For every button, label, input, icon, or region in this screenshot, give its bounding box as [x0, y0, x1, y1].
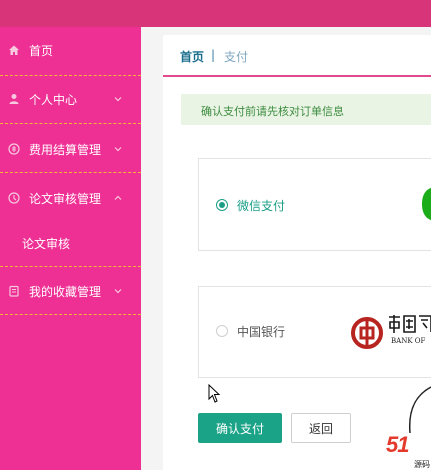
watermark-swoosh — [408, 386, 431, 434]
sidebar-item-profile[interactable]: 个人中心 — [0, 90, 141, 108]
mouse-cursor-icon — [208, 384, 221, 403]
sidebar-subitem-paper-review[interactable]: 论文审核 — [22, 235, 70, 252]
watermark-subtext: 源码 — [414, 460, 430, 469]
chevron-down-icon — [114, 97, 122, 102]
sidebar-item-home[interactable]: 首页 — [0, 41, 141, 59]
bank-of-china-logo-icon — [351, 317, 383, 349]
settlement-icon — [8, 143, 20, 155]
payment-panel: 确认支付前请先核对订单信息 微信支付 中国银行 BANK OF 确认支付 返回 — [163, 77, 431, 470]
top-header-bar — [0, 0, 431, 27]
confirm-pay-button[interactable]: 确认支付 — [198, 413, 282, 443]
wechat-pay-label: 微信支付 — [237, 199, 286, 213]
menu-divider — [0, 314, 141, 315]
sidebar-item-label: 论文审核管理 — [29, 191, 102, 206]
sidebar-item-label: 个人中心 — [29, 92, 78, 107]
sidebar-item-review[interactable]: 论文审核管理 — [0, 189, 141, 207]
home-icon — [9, 45, 19, 55]
breadcrumb-home[interactable]: 首页 — [180, 48, 204, 65]
breadcrumb-separator: | — [211, 48, 216, 62]
menu-divider — [0, 172, 141, 173]
wechat-logo-icon — [422, 187, 431, 221]
sidebar-item-label: 首页 — [29, 43, 54, 58]
chevron-up-icon — [114, 195, 122, 200]
review-icon — [8, 192, 20, 204]
payment-option-wechat[interactable]: 微信支付 — [198, 158, 431, 251]
breadcrumb: 首页 | 支付 — [163, 35, 431, 77]
menu-divider — [0, 266, 141, 267]
sidebar-item-favorites[interactable]: 我的收藏管理 — [0, 282, 141, 300]
sidebar-item-label: 我的收藏管理 — [29, 284, 102, 299]
bank-logo-chinese-mark — [389, 315, 431, 333]
chevron-down-icon — [114, 289, 122, 294]
menu-divider — [0, 123, 141, 124]
bank-logo-english: BANK OF — [391, 337, 426, 345]
main-area: 首页 | 支付 确认支付前请先核对订单信息 微信支付 中国银行 BANK OF … — [141, 27, 431, 470]
menu-divider — [0, 75, 141, 76]
boc-radio[interactable] — [216, 325, 228, 337]
sidebar: 首页 个人中心 费用结算管理 论文审核管理 论文审核 我的收藏管理 — [0, 27, 141, 470]
watermark-logo: 51 — [386, 432, 410, 457]
order-notice: 确认支付前请先核对订单信息 — [181, 94, 431, 125]
sidebar-item-settlement[interactable]: 费用结算管理 — [0, 140, 141, 158]
breadcrumb-current: 支付 — [224, 50, 249, 64]
chevron-down-icon — [114, 147, 122, 152]
user-icon — [9, 94, 19, 104]
payment-option-boc[interactable]: 中国银行 BANK OF — [198, 286, 431, 378]
wechat-radio[interactable] — [216, 199, 228, 211]
boc-label: 中国银行 — [237, 325, 286, 339]
sidebar-item-label: 费用结算管理 — [29, 142, 102, 157]
back-button[interactable]: 返回 — [291, 413, 351, 443]
favorite-icon — [9, 285, 19, 297]
